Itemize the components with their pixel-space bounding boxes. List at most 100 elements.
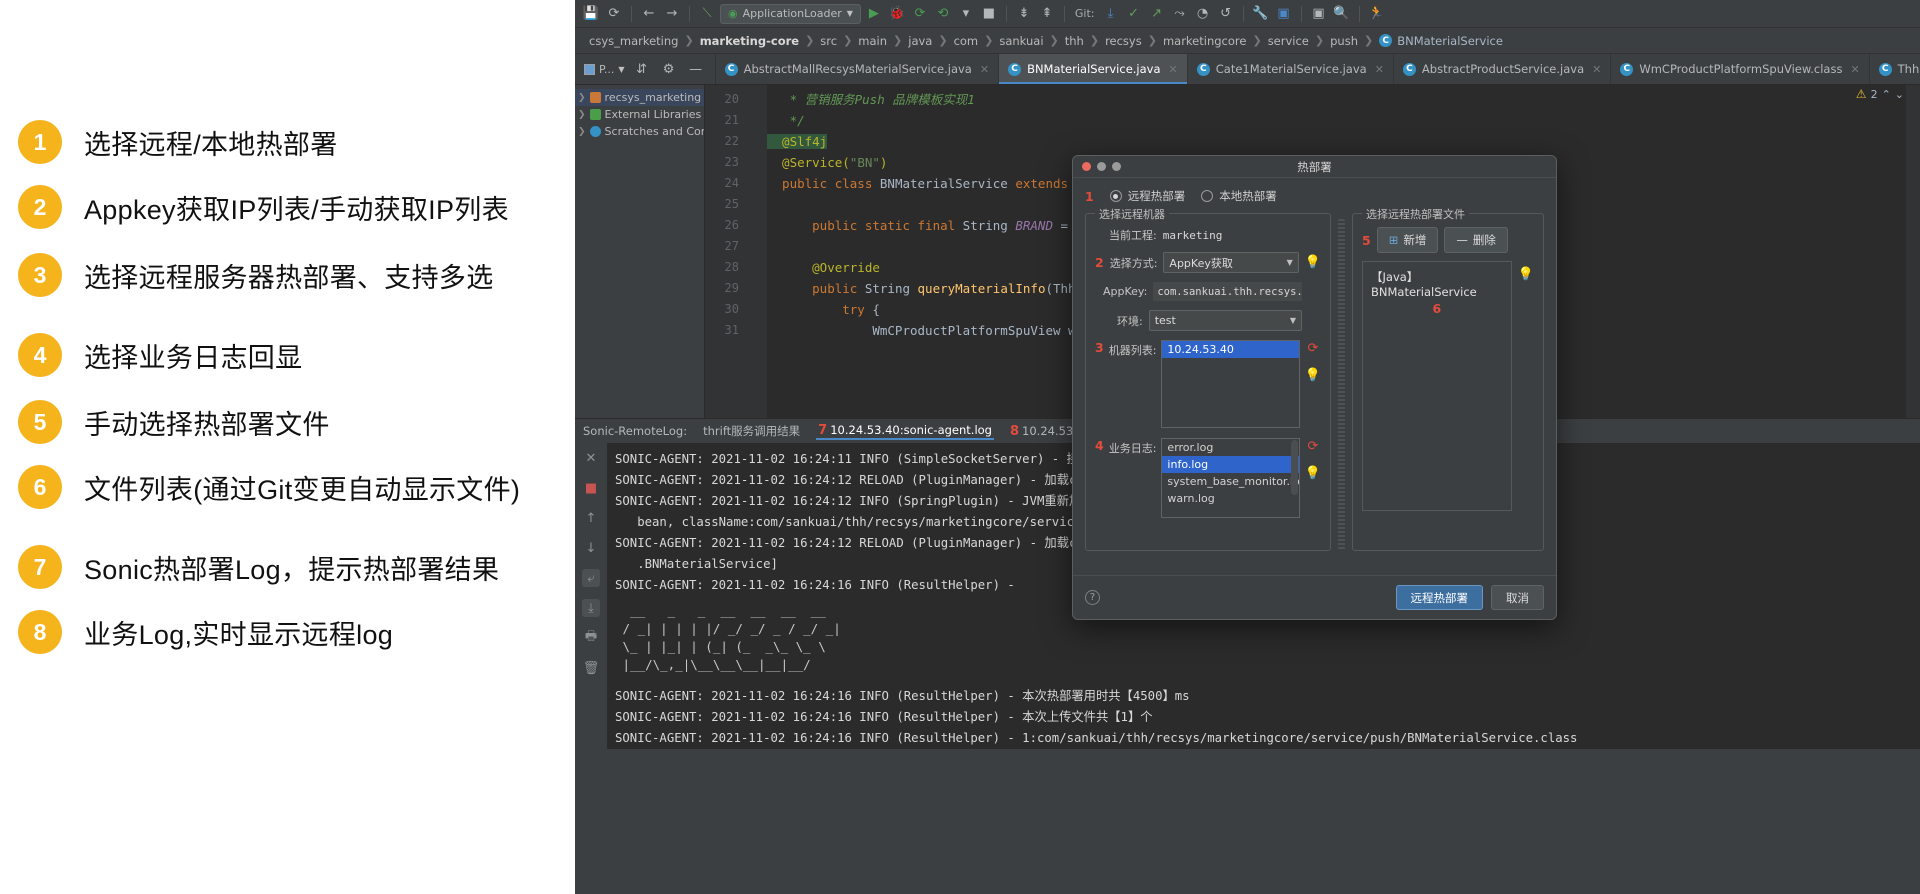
step-over-icon[interactable]: ⇟ [1014,4,1034,24]
editor-tab[interactable]: CThhPrecisionMarketingSpuInfo.java✕ [1870,54,1920,84]
project-tree-node[interactable]: ❯ Scratches and Con [575,123,704,140]
chevron-right-icon[interactable]: ❯ [578,110,586,120]
cancel-button[interactable]: 取消 [1491,585,1544,610]
scroll-to-end-icon[interactable]: ⤓ [582,599,600,617]
coverage-icon[interactable]: ⟳ [910,4,930,24]
fold-marker[interactable] [745,131,767,152]
deploy-file-list[interactable]: 【Java】BNMaterialService 6 [1362,261,1512,511]
refresh-icon[interactable]: ⟳ [1307,439,1318,454]
panel-splitter[interactable] [1338,219,1345,551]
fold-marker[interactable] [745,89,767,110]
breadcrumb-class[interactable]: C BNMaterialService [1373,34,1503,48]
close-icon[interactable]: ✕ [1592,63,1601,76]
editor-tab[interactable]: C AbstractProductService.java ✕ [1394,54,1612,84]
appkey-value[interactable]: com.sankuai.thh.recsys.marketing [1153,282,1302,301]
build-icon[interactable]: ⟍ [697,4,717,24]
structure-icon[interactable]: ▣ [1274,4,1294,24]
console-tab[interactable]: 7 10.24.53.40:sonic-agent.log [816,423,994,440]
project-tree[interactable]: ❯ recsys_marketing [❯ External Libraries ❯ S… [575,85,705,418]
close-icon[interactable]: ✕ [980,63,989,76]
breadcrumb-item[interactable]: src [814,34,843,48]
fold-marker[interactable] [745,299,767,320]
close-icon[interactable]: ✕ [1375,63,1384,76]
wrench-icon[interactable]: 🔧 [1251,4,1271,24]
arrow-down-icon[interactable]: ↓ [582,539,600,557]
breadcrumb-item[interactable]: push [1324,34,1364,48]
fold-marker[interactable] [745,257,767,278]
breadcrumb-item[interactable]: com [948,34,985,48]
breadcrumb-item[interactable]: marketing-core [694,34,805,48]
editor-tab[interactable]: C WmCProductPlatformSpuView.class ✕ [1611,54,1870,84]
search-icon[interactable]: 🔍 [1332,4,1352,24]
back-icon[interactable]: ← [639,4,659,24]
person-icon[interactable]: 🏃 [1367,4,1387,24]
breadcrumb-item[interactable]: main [852,34,893,48]
refresh-icon[interactable]: ⟳ [1307,341,1318,356]
deploy-file-item[interactable]: 【Java】BNMaterialService [1371,269,1503,299]
git-commit-icon[interactable]: ✓ [1124,4,1144,24]
breadcrumb-item[interactable]: service [1262,34,1315,48]
chevron-right-icon[interactable]: ❯ [578,127,586,137]
biz-log-listbox[interactable]: error.log info.log system_base_monitor.log… [1161,438,1300,518]
add-file-button[interactable]: ⊞ 新增 [1376,227,1439,253]
biz-log-list-item[interactable]: warn.log [1162,490,1298,507]
close-icon[interactable]: ✕ [582,449,600,467]
arrow-up-icon[interactable]: ↑ [582,509,600,527]
collapse-all-icon[interactable]: ⇵ [632,59,652,79]
fold-marker[interactable] [745,194,767,215]
gear-icon[interactable]: ⚙ [659,59,679,79]
hide-icon[interactable]: — [686,59,706,79]
biz-log-list-item[interactable]: info.log [1162,456,1299,473]
fold-marker[interactable] [745,215,767,236]
git-update-icon[interactable]: ⤓ [1101,4,1121,24]
prev-problem-icon[interactable]: ⌃ [1882,88,1891,101]
listbox-scrollbar[interactable] [1290,440,1298,495]
machine-listbox[interactable]: 10.24.53.40 [1161,340,1300,428]
close-icon[interactable]: ✕ [1169,63,1178,76]
breadcrumb-item[interactable]: java [902,34,938,48]
project-view-selector[interactable]: P... ▼ [584,63,625,76]
hint-bulb-icon[interactable]: 💡 [1305,466,1321,481]
trash-icon[interactable]: 🗑 [582,659,600,677]
breadcrumb-item[interactable]: sankuai [993,34,1049,48]
fold-marker[interactable] [745,173,767,194]
print-icon[interactable]: 🖶 [582,629,600,647]
breadcrumb-item[interactable]: csys_marketing [583,34,684,48]
hint-bulb-icon[interactable]: 💡 [1305,368,1321,383]
step-into-icon[interactable]: ⇞ [1037,4,1057,24]
radio-remote-deploy[interactable]: 远程热部署 [1109,188,1185,204]
project-tree-node[interactable]: ❯ recsys_marketing [ [575,89,704,106]
history-icon[interactable]: ◔ [1193,4,1213,24]
biz-log-list-item[interactable]: error.log [1162,439,1298,456]
next-problem-icon[interactable]: ⌄ [1895,88,1904,101]
fold-marker[interactable] [745,236,767,257]
fold-marker[interactable] [745,320,767,341]
fold-marker[interactable] [745,110,767,131]
fold-marker[interactable] [745,152,767,173]
editor-tab[interactable]: C BNMaterialService.java ✕ [999,54,1188,84]
soft-wrap-icon[interactable]: ⤶ [582,569,600,587]
breadcrumb-item[interactable]: thh [1059,34,1090,48]
stop-icon[interactable]: ■ [582,479,600,497]
delete-file-button[interactable]: — 删除 [1444,227,1508,253]
debug-icon[interactable]: 🐞 [887,4,907,24]
biz-log-list-item[interactable]: system_base_monitor.log [1162,473,1298,490]
radio-local-deploy[interactable]: 本地热部署 [1201,188,1277,204]
inspection-sidebar[interactable] [1906,85,1920,418]
sync-icon[interactable]: ⟳ [604,4,624,24]
profile-icon[interactable]: ⟲ [933,4,953,24]
console-tab[interactable]: thrift服务调用结果 [701,423,802,439]
editor-tab[interactable]: C AbstractMallRecsysMaterialService.java ✕ [716,54,1000,84]
machine-list-item[interactable]: 10.24.53.40 [1162,341,1299,358]
fold-marker[interactable] [745,278,767,299]
breadcrumb-item[interactable]: recsys [1099,34,1148,48]
git-push-icon[interactable]: ↗ [1147,4,1167,24]
breadcrumb-item[interactable]: marketingcore [1157,34,1253,48]
project-tree-node[interactable]: ❯ External Libraries [575,106,704,123]
chevron-right-icon[interactable]: ❯ [578,93,586,103]
preview-icon[interactable]: ▣ [1309,4,1329,24]
hint-bulb-icon[interactable]: 💡 [1305,255,1321,270]
inspection-summary[interactable]: ⚠ 2 ⌃ ⌄ [1856,87,1904,101]
close-icon[interactable]: ✕ [1850,63,1859,76]
git-branch-icon[interactable]: ⤳ [1170,4,1190,24]
